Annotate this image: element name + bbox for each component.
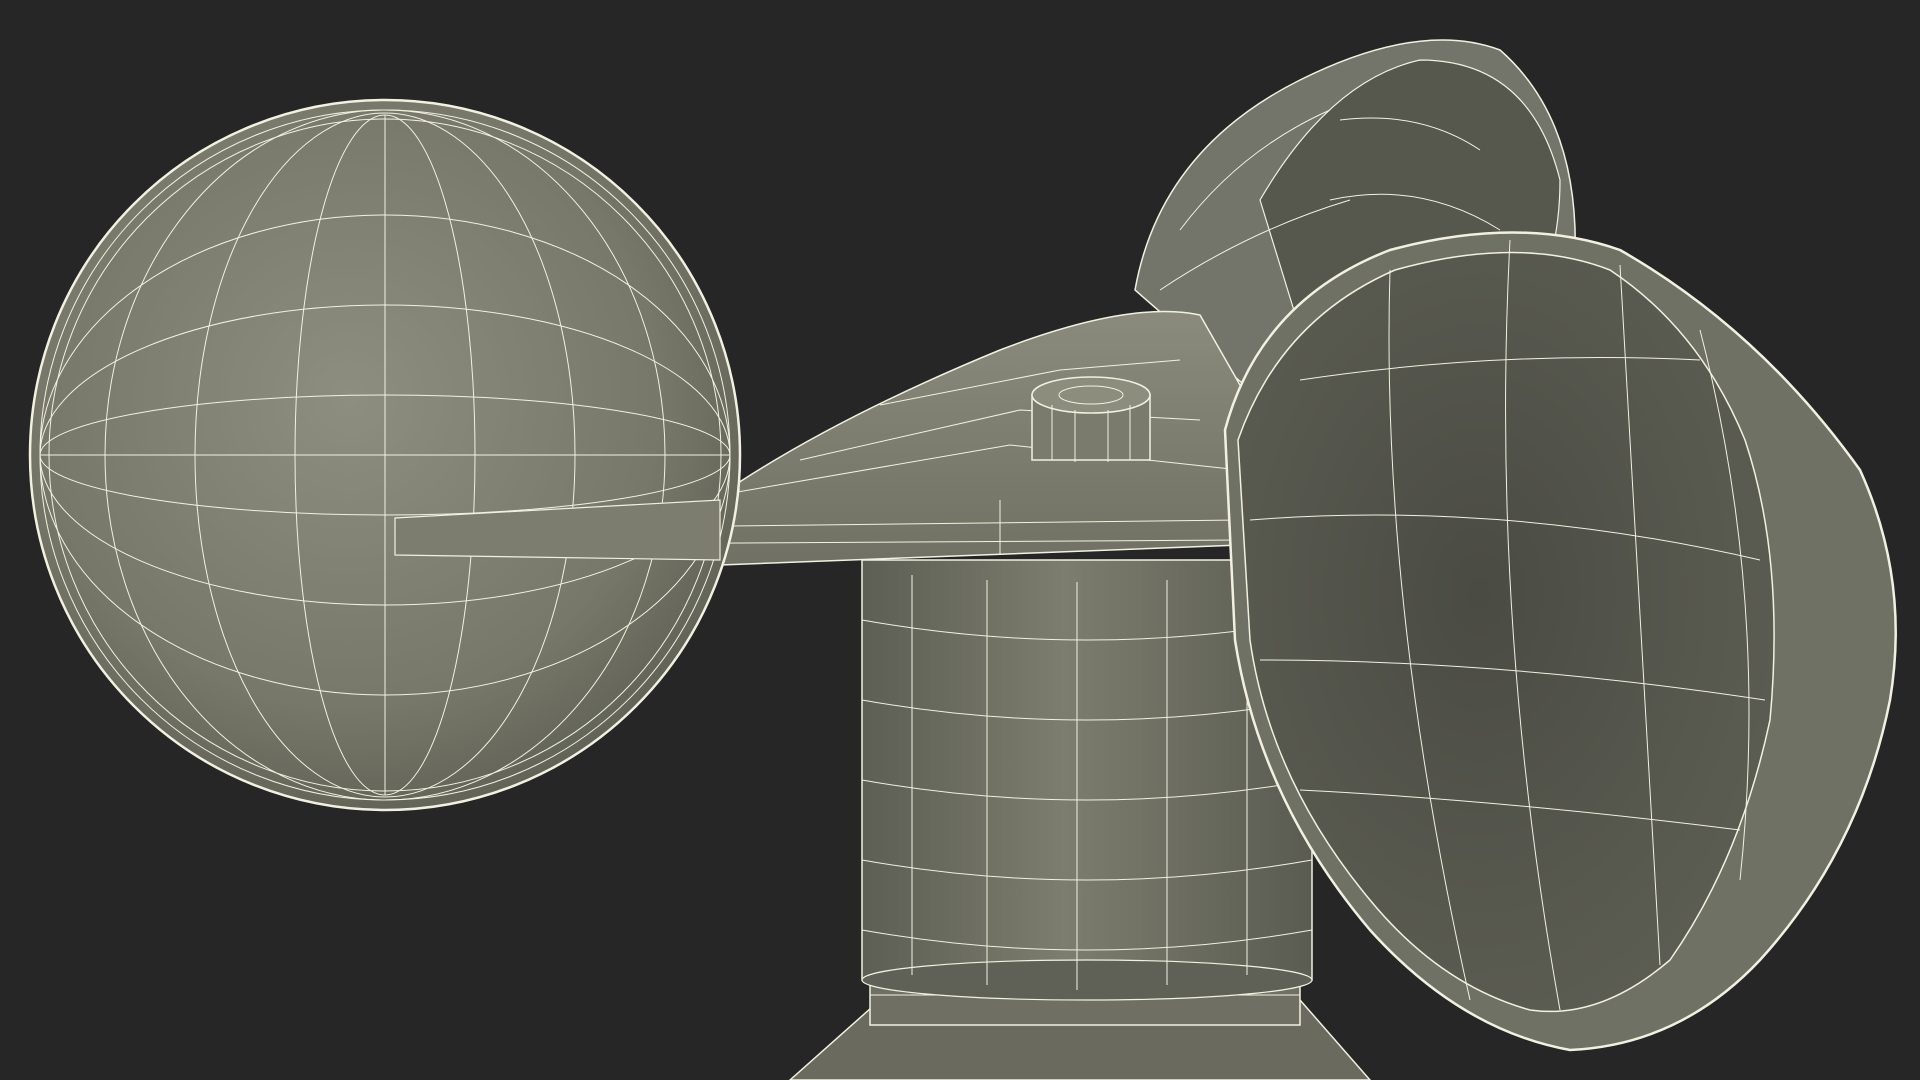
center-cap [1031,376,1151,462]
anemometer-wireframe-render [28,39,1897,1080]
cup-front-right [1223,231,1897,1052]
3d-viewport[interactable] [0,0,1920,1080]
cup-left [28,98,742,812]
